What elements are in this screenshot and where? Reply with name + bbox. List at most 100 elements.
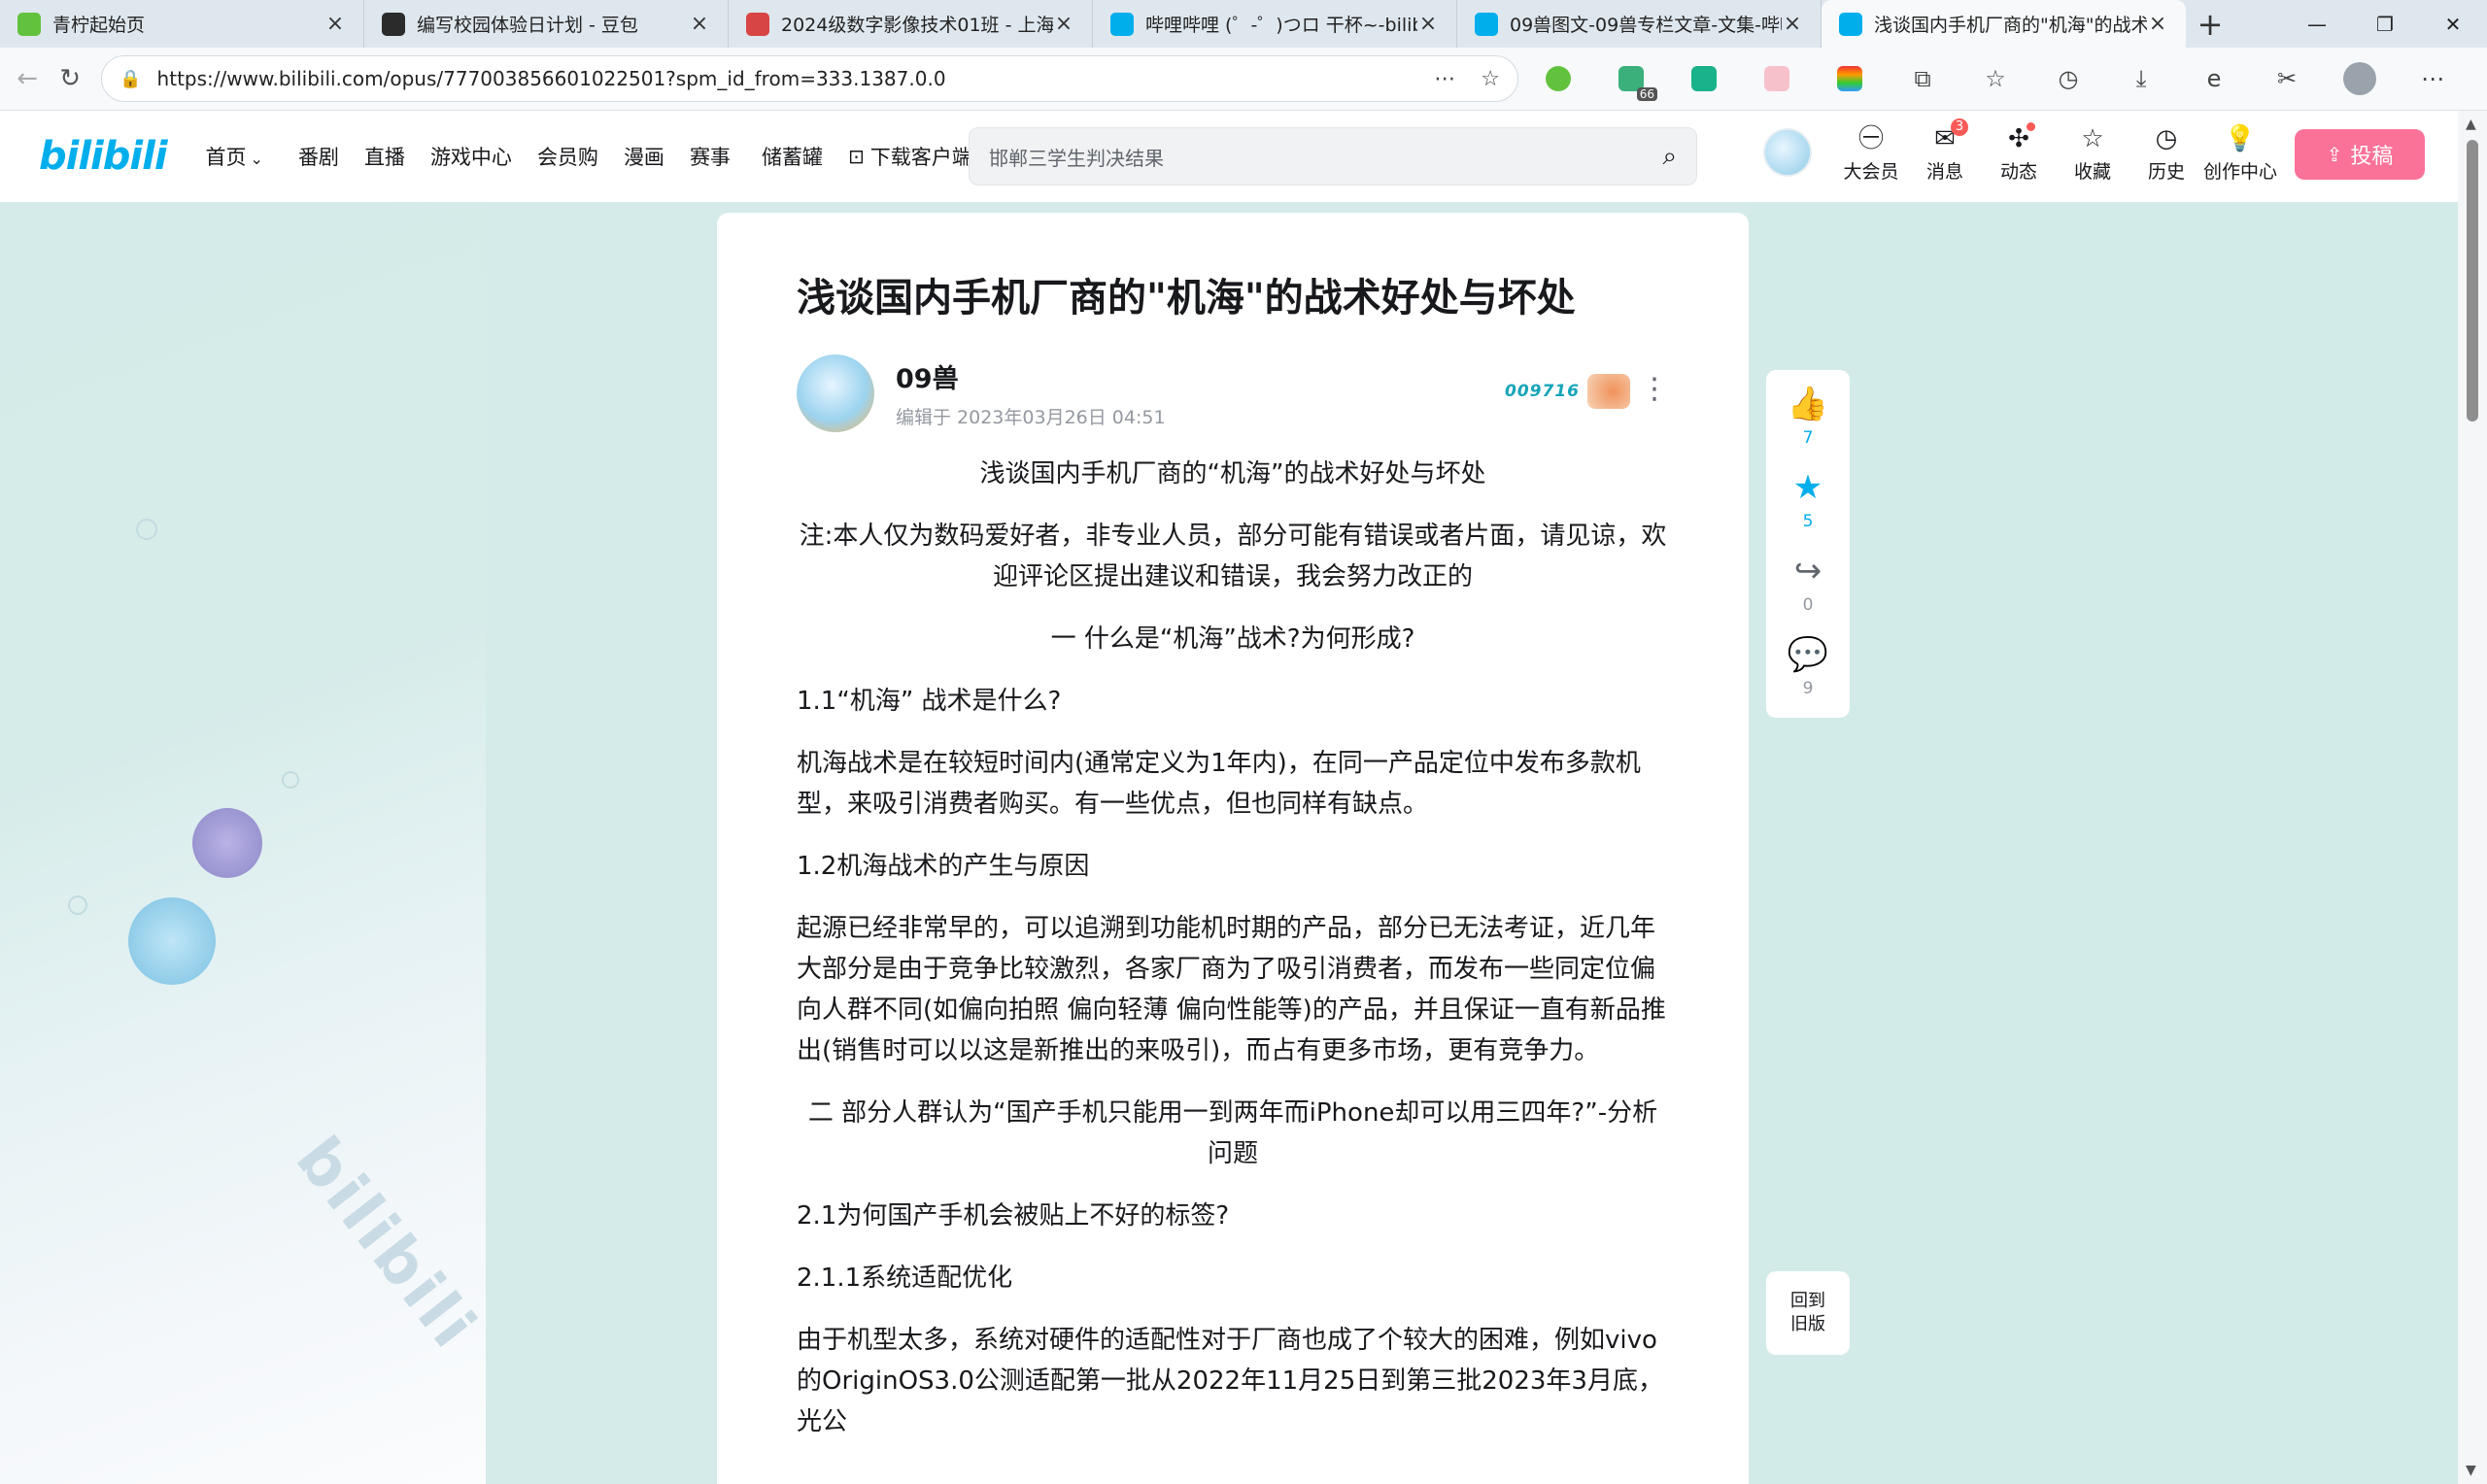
header-icon-label: 收藏	[2073, 161, 2111, 183]
browser-tab[interactable]: 编写校园体验日计划 - 豆包 ×	[364, 0, 729, 48]
article-paragraph: 起源已经非常早的，可以追溯到功能机时期的产品，部分已无法考证，近几年大部分是由于…	[797, 914, 1666, 1065]
site-header: bilibili 首页 ⌄ 番剧 直播 游戏中心 会员购 漫画 赛事 储蓄罐 ⊡ 下载客户端 邯郸三…	[0, 111, 2458, 202]
back-button[interactable]: ←	[6, 53, 49, 104]
nav-item[interactable]: 番剧	[298, 142, 339, 171]
close-window-button[interactable]: ✕	[2419, 0, 2487, 48]
scrollbar-thumb[interactable]	[2467, 140, 2478, 422]
tv-extension-icon[interactable]	[1758, 60, 1795, 97]
page-viewport: bilibili bilibili 首页 ⌄ 番剧 直播 游戏中心 会员购 漫画 赛事 储蓄罐 ⊡…	[0, 111, 2487, 1484]
browser-tab[interactable]: 09兽图文-09兽专栏文章-文集-哔哩 ×	[1457, 0, 1822, 48]
bilibili-logo[interactable]: bilibili	[39, 134, 168, 179]
reader-icon[interactable]: ⋯	[1434, 67, 1455, 91]
header-icon-label: 历史	[2147, 161, 2185, 183]
favorite-action[interactable]: ★ 5	[1793, 467, 1823, 551]
header-icon-group: ㊀大会员 ✉ 消息 3 ✣ 动态 ☆ 收藏 ◷ 历史 💡 创作中心	[1834, 118, 2277, 184]
profile-avatar[interactable]	[2341, 60, 2378, 97]
color-extension-icon[interactable]	[1831, 60, 1868, 97]
tab-close-icon[interactable]: ×	[689, 12, 710, 36]
tab-title: 哔哩哔哩 (゜-゜)つロ 干杯~-bilibili	[1145, 15, 1417, 36]
header-icon-label: 大会员	[1843, 161, 1899, 183]
search-icon[interactable]: ⌕	[1662, 142, 1677, 172]
reload-button[interactable]: ↻	[49, 53, 91, 104]
article-paragraph: 2.1为何国产手机会被贴上不好的标签?	[797, 1201, 1230, 1231]
author-row: 09兽 编辑于 2023年03月26日 04:51 009716 ⋮	[797, 354, 1669, 432]
header-dynamic[interactable]: ✣ 动态	[1982, 122, 2056, 184]
header-icon-label: 消息	[1925, 161, 1963, 183]
nav-item[interactable]: ⊡ 下载客户端	[848, 142, 972, 171]
new-tab-button[interactable]: +	[2186, 0, 2234, 48]
search-box[interactable]: 邯郸三学生判决结果 ⌕	[969, 127, 1697, 186]
nav-item[interactable]: 游戏中心	[430, 142, 512, 171]
user-avatar[interactable]	[1763, 128, 1812, 177]
like-action[interactable]: 👍 7	[1788, 384, 1828, 467]
minimize-button[interactable]: —	[2283, 0, 2351, 48]
edge-icon[interactable]: e	[2196, 60, 2232, 97]
browser-tab[interactable]: 2024级数字影像技术01班 - 上海市 ×	[729, 0, 1093, 48]
url-text: https://www.bilibili.com/opus/7770038566…	[156, 67, 946, 90]
nav-item[interactable]: 会员购	[537, 142, 598, 171]
shield-extension-icon[interactable]: 66	[1613, 60, 1658, 101]
nav-item[interactable]: 直播	[364, 142, 405, 171]
tab-favicon-icon	[1475, 12, 1498, 36]
nav-item[interactable]: 赛事	[690, 142, 731, 171]
page-scrollbar[interactable]: ▲ ▼	[2458, 111, 2487, 1484]
tab-close-icon[interactable]: ×	[1782, 12, 1803, 36]
browser-tab[interactable]: 青柠起始页 ×	[0, 0, 364, 48]
menu-icon[interactable]: ⋯	[2414, 60, 2451, 97]
green-extension-icon[interactable]	[1686, 60, 1722, 97]
browser-tab[interactable]: 哔哩哔哩 (゜-゜)つロ 干杯~-bilibili ×	[1093, 0, 1457, 48]
browser-tab[interactable]: 浅谈国内手机厂商的"机海"的战术 ×	[1822, 0, 2186, 48]
header-message[interactable]: ✉ 消息 3	[1908, 118, 1982, 184]
author-name[interactable]: 09兽	[896, 357, 1166, 395]
header-favorite[interactable]: ☆ 收藏	[2056, 122, 2129, 184]
download-icon[interactable]: ⤓	[2123, 60, 2160, 97]
edit-date: 编辑于 2023年03月26日 04:51	[896, 407, 1166, 428]
comment-icon: 💬	[1787, 635, 1829, 674]
article-card: 浅谈国内手机厂商的"机海"的战术好处与坏处 09兽 编辑于 2023年03月26…	[717, 213, 1749, 1484]
comment-count: 9	[1802, 679, 1814, 698]
tab-close-icon[interactable]: ×	[1417, 12, 1439, 36]
article-paragraph: 二 部分人群认为“国产手机只能用一到两年而iPhone却可以用三四年?”-分析问…	[807, 1098, 1658, 1168]
tab-favicon-icon	[1110, 12, 1134, 36]
url-bar[interactable]: 🔒 https://www.bilibili.com/opus/77700385…	[101, 55, 1519, 102]
header-vip[interactable]: ㊀大会员	[1834, 122, 1908, 184]
author-info: 09兽 编辑于 2023年03月26日 04:51	[896, 357, 1166, 429]
nav-item[interactable]: 储蓄罐	[762, 142, 823, 171]
favorites-icon[interactable]: ☆	[1977, 60, 2014, 97]
tab-favicon-icon	[746, 12, 769, 36]
header-icon-label: 创作中心	[2203, 161, 2278, 183]
nav-item[interactable]: 漫画	[624, 142, 664, 171]
tab-close-icon[interactable]: ×	[1053, 12, 1074, 36]
article-paragraph: 机海战术是在较短时间内(通常定义为1年内)，在同一产品定位中发布多款机型，来吸引…	[797, 749, 1641, 819]
notification-dot	[2027, 122, 2035, 131]
tab-close-icon[interactable]: ×	[324, 12, 346, 36]
search-input[interactable]: 邯郸三学生判决结果	[989, 143, 1662, 171]
upload-button[interactable]: ⇪ 投稿	[2295, 129, 2425, 180]
extensions-bar: 66 ⧉ ☆ ◷ ⤓ e ✂ ⋯	[1540, 60, 2487, 101]
article-paragraph: 注:本人仅为数码爱好者，非专业人员，部分可能有错误或者片面，请见谅，欢迎评论区提…	[799, 522, 1667, 591]
chevron-down-icon: ⌄	[250, 150, 263, 168]
restore-button[interactable]: ❐	[2351, 0, 2419, 48]
main-nav: 首页 ⌄ 番剧 直播 游戏中心 会员购 漫画 赛事 储蓄罐 ⊡ 下载客户端	[206, 142, 998, 171]
header-history[interactable]: ◷ 历史	[2129, 122, 2203, 184]
author-avatar[interactable]	[797, 354, 874, 432]
back-to-old-version-button[interactable]: 回到 旧版	[1766, 1271, 1850, 1355]
nav-item[interactable]: 首页 ⌄	[206, 142, 263, 171]
history-icon[interactable]: ◷	[2050, 60, 2087, 97]
header-creator[interactable]: 💡 创作中心	[2203, 122, 2277, 184]
mascot-character	[128, 897, 216, 985]
lock-icon: 🔒	[119, 68, 142, 89]
article-paragraph: 1.2机海战术的产生与原因	[797, 852, 1090, 881]
puzzle-icon[interactable]: ⧉	[1904, 60, 1941, 97]
tab-list: 青柠起始页 × 编写校园体验日计划 - 豆包 × 2024级数字影像技术01班 - 上海…	[0, 0, 2186, 48]
lime-extension-icon[interactable]	[1540, 60, 1577, 97]
scroll-up-arrow[interactable]: ▲	[2466, 117, 2476, 132]
scroll-down-arrow[interactable]: ▼	[2466, 1463, 2476, 1478]
more-options-icon[interactable]: ⋮	[1640, 372, 1669, 406]
share-action[interactable]: ↪ 0	[1794, 551, 1823, 634]
comment-action[interactable]: 💬 9	[1788, 634, 1828, 718]
screenshot-icon[interactable]: ✂	[2268, 60, 2305, 97]
bookmark-star-icon[interactable]: ☆	[1481, 67, 1500, 91]
fan-medal: 009716	[1505, 374, 1630, 409]
tab-close-icon[interactable]: ×	[2147, 12, 2168, 36]
